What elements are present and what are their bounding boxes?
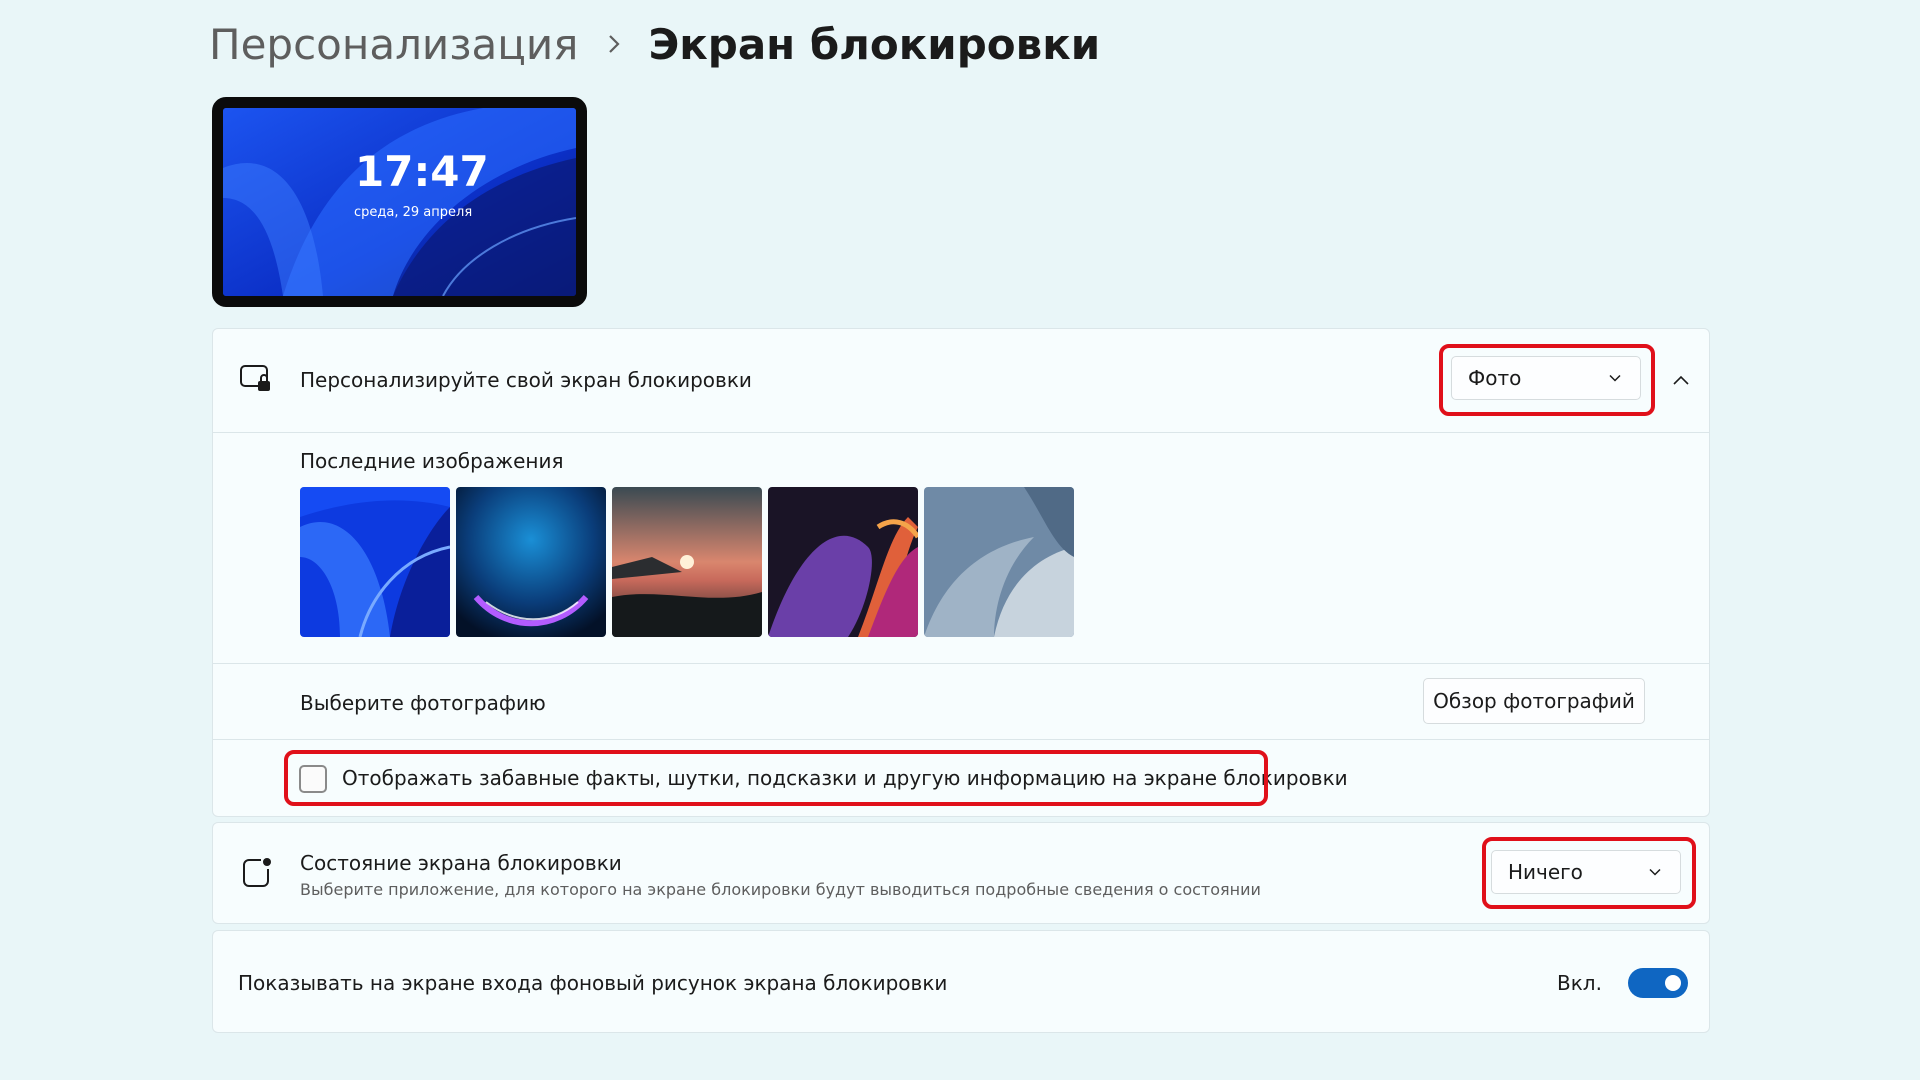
browse-photos-button[interactable]: Обзор фотографий	[1423, 678, 1645, 724]
recent-image-3[interactable]	[612, 487, 762, 637]
highlight-frame	[1439, 344, 1655, 416]
status-description: Выберите приложение, для которого на экр…	[300, 880, 1261, 899]
recent-image-4[interactable]	[768, 487, 918, 637]
lockscreen-preview: 17:47 среда, 29 апреля	[212, 97, 587, 307]
preview-date: среда, 29 апреля	[354, 205, 473, 220]
page-title: Экран блокировки	[648, 19, 1101, 69]
sunset-lake-wallpaper	[612, 487, 762, 637]
blue-bloom-wallpaper	[300, 487, 450, 637]
status-card: Состояние экрана блокировки Выберите при…	[212, 822, 1710, 924]
lockscreen-icon	[239, 363, 273, 395]
chevron-right-icon	[606, 33, 622, 55]
signin-background-card: Показывать на экране входа фоновый рисун…	[212, 930, 1710, 1033]
recent-image-2[interactable]	[456, 487, 606, 637]
highlight-frame	[284, 750, 1268, 806]
preview-wallpaper	[223, 108, 576, 296]
ribbon-wallpaper	[768, 487, 918, 637]
recent-image-5[interactable]	[924, 487, 1074, 637]
personalize-label: Персонализируйте свой экран блокировки	[300, 368, 752, 392]
chevron-up-icon[interactable]	[1671, 372, 1691, 386]
signin-background-label: Показывать на экране входа фоновый рисун…	[238, 971, 948, 995]
signin-background-toggle[interactable]	[1628, 968, 1688, 998]
recent-image-1[interactable]	[300, 487, 450, 637]
glow-orb-wallpaper	[456, 487, 606, 637]
breadcrumb: Персонализация Экран блокировки	[209, 14, 1100, 74]
preview-time: 17:47	[355, 147, 489, 196]
facts-row: Отображать забавные факты, шутки, подска…	[213, 739, 1709, 817]
toggle-knob	[1665, 975, 1681, 991]
status-title: Состояние экрана блокировки	[300, 851, 622, 875]
toggle-state-label: Вкл.	[1557, 971, 1602, 995]
status-app-icon	[241, 857, 273, 889]
recent-images-label: Последние изображения	[300, 449, 564, 473]
gray-bloom-wallpaper	[924, 487, 1074, 637]
choose-photo-row: Выберите фотографию Обзор фотографий	[213, 663, 1709, 739]
highlight-frame	[1482, 837, 1696, 909]
choose-photo-label: Выберите фотографию	[300, 691, 546, 715]
breadcrumb-parent-link[interactable]: Персонализация	[209, 20, 578, 69]
